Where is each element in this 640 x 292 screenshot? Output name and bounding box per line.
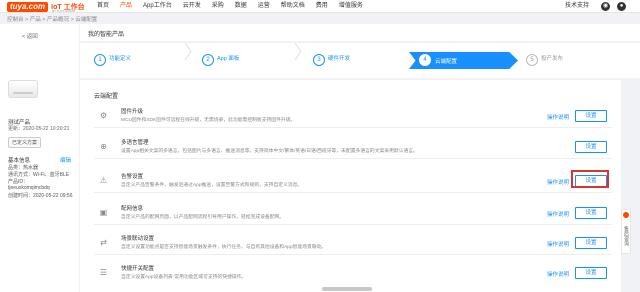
nav-item-help-docs[interactable]: 帮助文档 [281,0,305,13]
firmware-icon: ⚙ [99,111,108,120]
config-title: 快捷开关配置 [121,266,155,272]
scene-linkage-icon: ⇄ [100,238,107,247]
config-title: 场景联动设置 [121,236,155,242]
user-avatar-icon[interactable]: ● [617,2,626,11]
config-desc: 设置App相关文案的多语言，包括图片与多语言、推送消息等，支持简体中文/繁体/英… [121,149,418,154]
shortcut-icon: ☰ [99,268,108,277]
nav-item-purchase[interactable]: 采购 [212,0,224,13]
settings-button[interactable]: 设置 [575,207,607,219]
config-desc: MCU固件和SDK固件可远程在线升级，无需烧录，此功能需控制板支持固件升级。 [121,118,296,123]
config-row-shortcut: ☰ 快捷开关配置 自定义设置App设备列表·常用功能区域可支持的快捷操作。 操作… [94,261,612,285]
logo-badge: tuya.com [7,1,49,12]
main-menu: 首页 产品 App工作台 云开发 采购 数据 运营 帮助文档 费用 增值服务 [97,0,374,13]
config-row-scene: ⇄ 场景联动设置 自定义设置功能点是否支持智能场景触发条件，执行任务，与自有其他… [94,231,612,255]
nav-item-app-workbench[interactable]: App工作台 [143,0,172,13]
steps-bar: 1 功能定义 2 App 面板 3 硬件开发 4 云端配置 5 投产发布 [80,43,640,78]
logo-subtitle: BY TUYA SMART [52,9,76,13]
doc-link[interactable]: 操作说明 [547,113,569,121]
edit-link[interactable]: 编辑 [60,156,71,164]
product-update-time: 更新：2020-05-22 10:20:21 [8,126,70,132]
alarm-icon: ⚠ [99,176,108,185]
after-sales-dot-icon [623,212,629,218]
settings-button[interactable]: 设置 [575,237,607,249]
config-desc: 自定义产品的配网页面，以产品配网流程引导用户操作，轻松完成设备配网。 [121,215,285,220]
config-title: 多语言管理 [121,140,149,146]
nav-item-cloud-dev[interactable]: 云开发 [183,0,201,13]
nav-item-value-added[interactable]: 增值服务 [339,0,363,13]
config-row-firmware: ⚙ 固件升级 MCU固件和SDK固件可远程在线升级，无需烧录，此功能需控制板支持… [94,104,612,128]
back-link[interactable]: < 返回 [22,32,38,40]
settings-button[interactable]: 设置 [575,267,607,279]
doc-link[interactable]: 操作说明 [547,270,569,278]
cloud-config-content: 云端配置 ⚙ 固件升级 MCU固件和SDK固件可远程在线升级，无需烧录，此功能需… [80,80,621,292]
top-nav: tuya.com IoT 工作台 BY TUYA SMART 首页 产品 App… [0,0,640,13]
breadcrumb[interactable]: 控制台 > 产品 > 产品概况 > 云端配置 [7,15,97,23]
settings-button[interactable]: 设置 [575,110,607,122]
step-cloud-config[interactable]: 4 云端配置 [409,52,518,69]
step-number: 4 [419,54,431,66]
step-label: 功能定义 [109,56,132,62]
info-product-id: tjeeuxkomqimcbdq [8,185,50,191]
step-label: 硬件开发 [328,56,351,62]
tech-support-link[interactable]: 技术支持 [565,0,589,13]
config-desc: 自定义设置功能点是否支持智能场景触发条件，执行任务，与自有其他设备和App智能场… [121,245,327,250]
step-label: App 面板 [217,56,240,62]
config-row-network: ▣ 配网信息 自定义产品的配网页面，以产品配网流程引导用户操作，轻松完成设备配网… [94,201,612,225]
config-row-alarm: ⚠ 告警设置 自定义产品告警条件，触发后通过App推送，设置告警方式和规则，支持… [94,169,612,193]
step-separator-icon [184,43,192,60]
nav-item-product[interactable]: 产品 [120,0,132,13]
basic-info-title: 基本信息 [8,158,31,164]
multilingual-icon: ⊕ [100,142,107,151]
horizontal-scrollbar[interactable] [322,287,372,291]
nav-item-operation[interactable]: 运营 [258,0,270,13]
info-product-id-label: 产品ID： [8,179,29,185]
doc-link[interactable]: 操作说明 [547,240,569,248]
product-image [8,80,38,98]
step-number: 3 [313,54,325,66]
step-separator-icon [294,43,302,60]
highlight-box [571,170,609,188]
config-desc: 自定义产品告警条件，触发后通过App推送，设置告警方式和规则，支持自定义消息。 [121,183,303,188]
config-title: 固件升级 [121,109,144,115]
section-title: 云端配置 [94,94,119,100]
network-guide-icon: ▣ [99,208,108,217]
info-protocol: 通讯方式：Wi-Fi、蓝牙BLE [8,172,70,178]
config-desc: 自定义设置App设备列表·常用功能区域可支持的快捷操作。 [121,275,247,280]
doc-link[interactable]: 操作说明 [547,178,569,186]
product-info-panel: < 返回 测试产品 更新：2020-05-22 10:20:21 已定义方案 基… [0,24,79,292]
main-header: 我的智能产品 [80,24,640,41]
config-row-multilingual: ⊕ 多语言管理 设置App相关文案的多语言，包括图片与多语言、推送消息等，支持简… [94,135,612,159]
config-title: 告警设置 [121,174,144,180]
step-number: 5 [526,54,538,66]
settings-button[interactable]: 设置 [575,141,607,153]
step-number: 1 [94,54,106,66]
info-category: 品类：热水器 [8,165,39,171]
notification-icon[interactable]: ◉ [601,2,610,11]
doc-link[interactable]: 操作说明 [547,210,569,218]
page-title: 我的智能产品 [88,32,125,38]
scheme-status-button[interactable]: 已定义方案 [8,137,42,148]
step-number: 2 [202,54,214,66]
nav-item-billing[interactable]: 费用 [316,0,328,13]
step-label: 云端配置 [435,59,458,65]
nav-item-data[interactable]: 数据 [235,0,247,13]
info-created-time: 创建时间：2020-05-22 09:56 [8,193,73,199]
step-label: 投产发布 [541,56,564,62]
nav-item-home[interactable]: 首页 [97,0,109,13]
config-title: 配网信息 [121,206,144,212]
